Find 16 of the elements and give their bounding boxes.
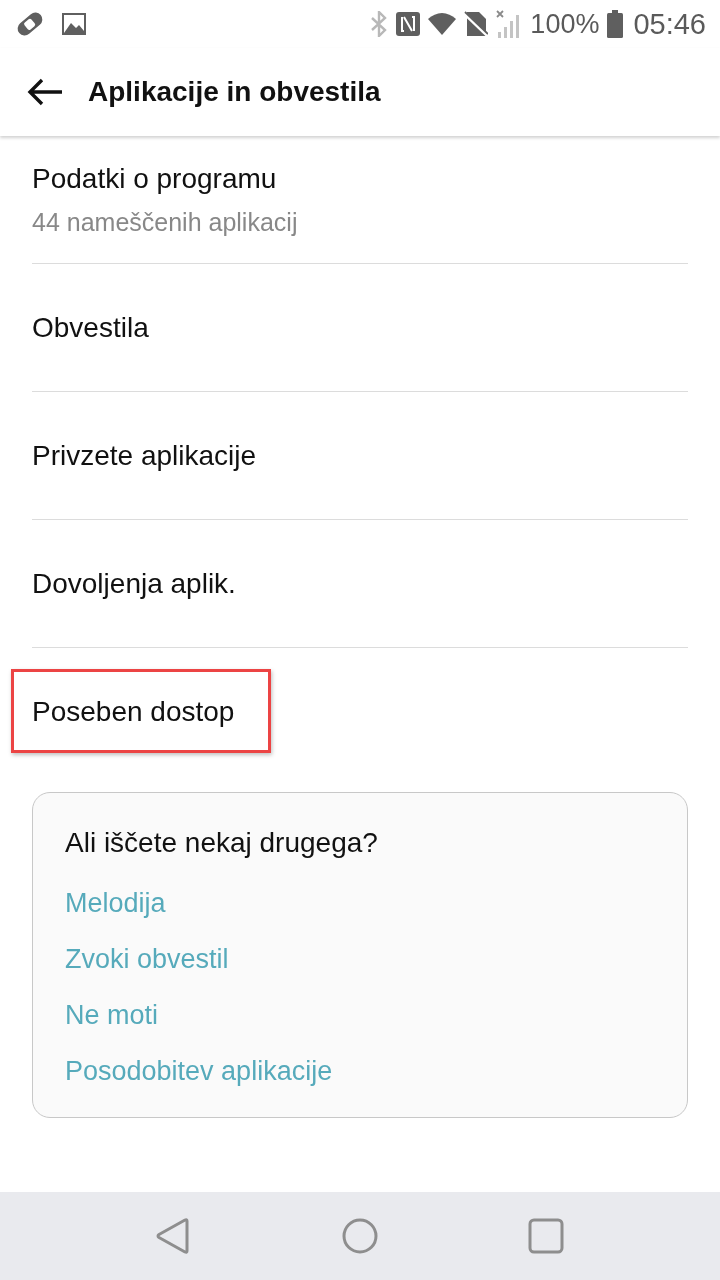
- menu-item[interactable]: Podatki o programu 44 nameščenih aplikacij: [32, 161, 298, 238]
- menu-item[interactable]: Privzete aplikacije: [32, 438, 257, 473]
- back-arrow-icon[interactable]: [26, 77, 64, 107]
- menu-item[interactable]: Poseben dostop: [32, 695, 235, 729]
- image-icon: [62, 13, 86, 35]
- menu-item[interactable]: Dovoljenja aplik.: [32, 566, 236, 601]
- nfc-icon: [396, 12, 421, 36]
- menu-item[interactable]: Obvestila: [32, 310, 149, 345]
- wifi-icon: [428, 13, 457, 35]
- card-heading: Ali iščete nekaj drugega?: [65, 826, 378, 860]
- clock-time: 05:46: [633, 8, 706, 40]
- bluetooth-icon: [370, 11, 389, 37]
- battery-percentage: 100%: [530, 9, 600, 39]
- battery-icon: [607, 10, 624, 38]
- screen-title: Aplikacije in obvestila: [88, 76, 381, 108]
- no-sim-icon: [464, 11, 489, 37]
